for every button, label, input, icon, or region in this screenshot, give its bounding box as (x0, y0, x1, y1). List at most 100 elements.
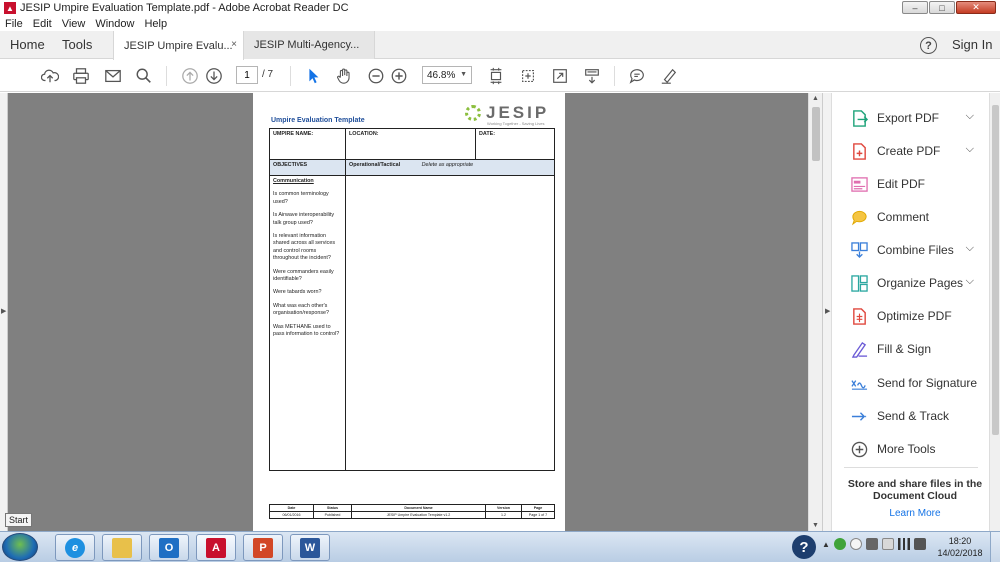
word-button[interactable]: W (290, 534, 330, 561)
highlight-pen-icon[interactable] (659, 66, 679, 86)
operational-label: Operational/Tactical (349, 162, 401, 168)
optimize-pdf-icon (850, 307, 868, 325)
tray-cloud-icon[interactable] (849, 538, 862, 550)
volume-icon[interactable] (913, 538, 926, 550)
comment-icon[interactable] (627, 66, 647, 86)
page-number-input[interactable] (236, 66, 258, 84)
tools-pane-scrollbar[interactable] (989, 93, 1000, 531)
tool-combine-files[interactable]: Combine Files ⌵ (832, 237, 990, 263)
read-mode-icon[interactable] (582, 66, 602, 86)
system-tray: ▲ (822, 538, 926, 550)
tray-settings-icon[interactable] (865, 538, 878, 550)
tool-optimize-pdf[interactable]: Optimize PDF (832, 303, 990, 329)
clock[interactable]: 18:20 14/02/2018 (935, 535, 985, 559)
tool-edit-pdf[interactable]: Edit PDF (832, 171, 990, 197)
menu-help[interactable]: Help (144, 18, 167, 30)
email-icon[interactable] (103, 66, 123, 86)
search-icon[interactable] (134, 66, 154, 86)
tray-expand-icon[interactable]: ▲ (822, 540, 830, 549)
menu-file[interactable]: File (5, 18, 23, 30)
window-title: JESIP Umpire Evaluation Template.pdf - A… (20, 2, 349, 14)
right-panel-toggle[interactable]: ▶ (822, 93, 831, 531)
learn-more-link[interactable]: Learn More (844, 508, 986, 519)
tray-app-icon[interactable] (833, 538, 846, 550)
full-screen-icon[interactable] (550, 66, 570, 86)
tool-comment[interactable]: Comment (832, 204, 990, 230)
chevron-down-icon[interactable]: ⌵ (966, 275, 974, 288)
tool-organize-pages[interactable]: Organize Pages ⌵ (832, 270, 990, 296)
tool-export-pdf[interactable]: Export PDF ⌵ (832, 105, 990, 131)
maximize-button[interactable]: □ (929, 1, 955, 14)
acrobat-icon: A (206, 537, 226, 558)
tool-send-track[interactable]: Send & Track (832, 403, 990, 429)
acrobat-taskbar-button[interactable]: A (196, 534, 236, 561)
page-total: / 7 (262, 69, 274, 80)
menu-edit[interactable]: Edit (33, 18, 52, 30)
show-desktop-button[interactable] (990, 532, 1000, 562)
hand-tool-icon[interactable] (334, 66, 354, 86)
expand-left-icon: ▶ (1, 308, 7, 315)
upload-cloud-icon[interactable] (40, 66, 60, 86)
tool-label: Comment (877, 210, 930, 224)
title-bar: ▲ JESIP Umpire Evaluation Template.pdf -… (0, 0, 1000, 16)
tab-multi-agency[interactable]: JESIP Multi-Agency... (244, 31, 375, 59)
tool-create-pdf[interactable]: Create PDF ⌵ (832, 138, 990, 164)
menu-view[interactable]: View (62, 18, 86, 30)
chevron-down-icon[interactable]: ⌵ (966, 110, 974, 123)
tools-pane: Export PDF ⌵ Create PDF ⌵ Edit PDF Comme… (831, 93, 989, 531)
tool-send-for-signature[interactable]: Send for Signature (832, 370, 990, 396)
document-cloud-promo: Store and share files in the Document Cl… (847, 478, 983, 502)
powerpoint-button[interactable]: P (243, 534, 283, 561)
clock-date: 14/02/2018 (937, 548, 983, 558)
footer-header: Page (521, 504, 555, 512)
tool-label: Export PDF (877, 111, 940, 125)
toolbar: / 7 46.8% ▼ (0, 60, 1000, 92)
help-icon[interactable]: ? (920, 37, 937, 54)
sign-in-link[interactable]: Sign In (952, 37, 992, 52)
operational-header: Operational/Tactical Delete as appropria… (345, 159, 555, 176)
signal-icon[interactable] (897, 538, 910, 550)
tab-umpire-evaluation[interactable]: JESIP Umpire Evalu... × (113, 31, 244, 60)
scrolling-mode-icon[interactable] (486, 66, 506, 86)
tool-fill-sign[interactable]: Fill & Sign (832, 336, 990, 362)
chevron-down-icon[interactable]: ⌵ (966, 143, 974, 156)
print-icon[interactable] (71, 66, 91, 86)
select-cursor-icon[interactable] (303, 66, 323, 86)
scrollbar-thumb[interactable] (992, 105, 999, 435)
scrollbar-thumb[interactable] (812, 107, 820, 161)
rotate-view-icon[interactable] (518, 66, 538, 86)
menu-window[interactable]: Window (95, 18, 134, 30)
start-tooltip: Start (5, 513, 33, 527)
document-scrollbar[interactable]: ▲ ▼ (808, 93, 822, 531)
zoom-out-icon[interactable] (366, 66, 386, 86)
tool-label: Send & Track (877, 409, 950, 423)
powerpoint-icon: P (253, 537, 273, 558)
tool-more-tools[interactable]: More Tools (832, 436, 990, 462)
home-button[interactable]: Home (10, 37, 45, 52)
outlook-button[interactable]: O (149, 534, 189, 561)
word-icon: W (300, 537, 320, 558)
scroll-up-icon[interactable]: ▲ (812, 95, 819, 102)
left-panel-toggle[interactable]: ▶ (0, 93, 8, 531)
internet-explorer-button[interactable]: e (55, 534, 95, 561)
tab-label: JESIP Multi-Agency... (254, 39, 360, 51)
next-page-icon[interactable] (204, 66, 224, 86)
help-icon[interactable]: ? (792, 535, 816, 559)
start-button[interactable] (2, 533, 38, 561)
zoom-select[interactable]: 46.8% ▼ (422, 66, 472, 84)
minimize-button[interactable]: – (902, 1, 928, 14)
file-explorer-button[interactable] (102, 534, 142, 561)
previous-page-icon[interactable] (180, 66, 200, 86)
logo-ring-icon (465, 105, 481, 121)
close-tab-icon[interactable]: × (231, 39, 237, 50)
scroll-down-icon[interactable]: ▼ (812, 522, 819, 529)
close-window-button[interactable]: ✕ (956, 1, 996, 14)
question-item: Is Airwave interoperability talk group u… (273, 212, 335, 226)
menu-bar: File Edit View Window Help (0, 16, 1000, 31)
zoom-in-icon[interactable] (389, 66, 409, 86)
tray-monitor-icon[interactable] (881, 538, 894, 550)
chevron-down-icon[interactable]: ⌵ (966, 242, 974, 255)
document-viewport[interactable]: Umpire Evaluation Template JESIP Working… (8, 93, 808, 531)
tools-button[interactable]: Tools (62, 37, 92, 52)
edit-pdf-icon (850, 175, 868, 193)
